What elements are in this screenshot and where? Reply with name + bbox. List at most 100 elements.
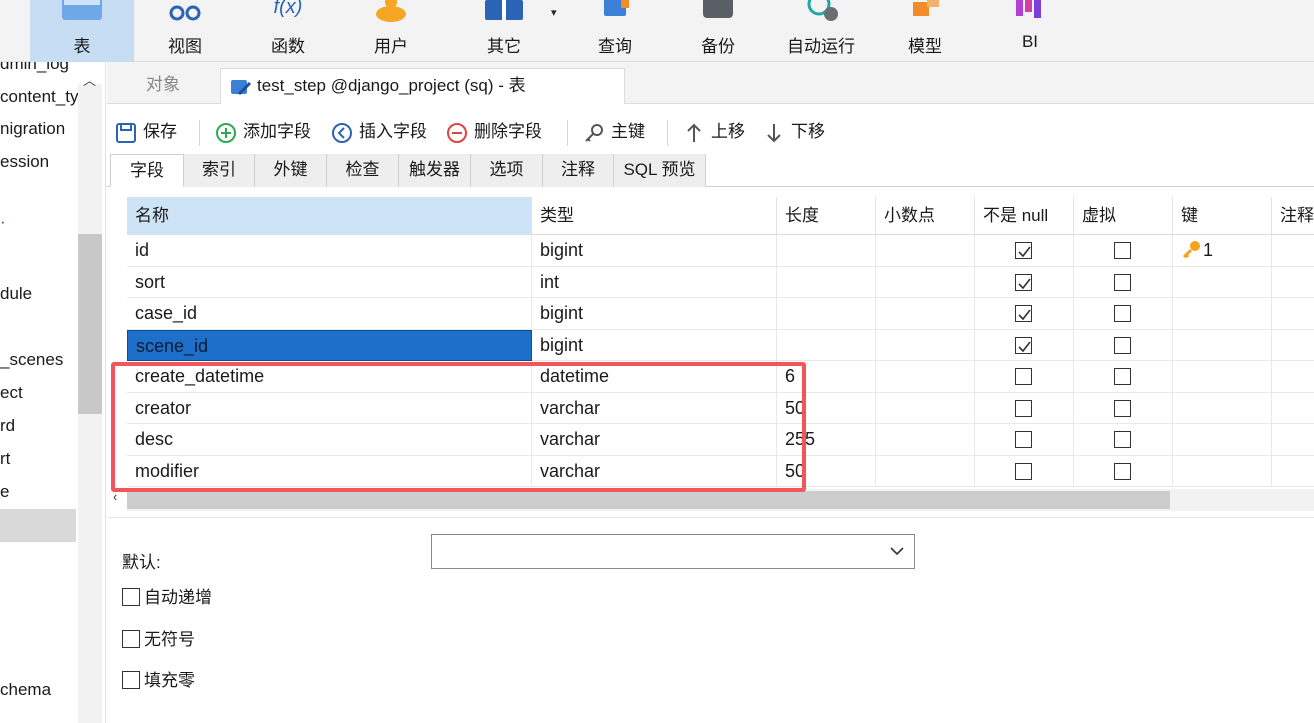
field-comment-cell[interactable] bbox=[1272, 267, 1314, 298]
tab-indexes[interactable]: 索引 bbox=[184, 154, 255, 187]
table-row[interactable]: sort int bbox=[127, 266, 1314, 298]
field-key-cell[interactable] bbox=[1173, 329, 1272, 361]
table-row[interactable]: create_datetime datetime 6 bbox=[127, 361, 1314, 393]
field-comment-cell[interactable] bbox=[1272, 298, 1314, 329]
tree-selected-item[interactable] bbox=[0, 509, 76, 542]
column-header-length[interactable]: 长度 bbox=[777, 197, 876, 235]
table-row[interactable]: desc varchar 255 bbox=[127, 424, 1314, 456]
table-row[interactable]: modifier varchar 50 bbox=[127, 455, 1314, 487]
field-decimals-cell[interactable] bbox=[876, 266, 975, 298]
not-null-checkbox[interactable] bbox=[1015, 368, 1032, 385]
field-type-cell[interactable]: bigint bbox=[532, 329, 777, 361]
field-name-cell[interactable]: case_id bbox=[127, 298, 532, 329]
field-type-cell[interactable]: int bbox=[532, 266, 777, 298]
virtual-checkbox[interactable] bbox=[1114, 368, 1131, 385]
tree-item-module[interactable]: dule bbox=[0, 284, 32, 304]
table-row[interactable]: scene_id bigint bbox=[127, 329, 1314, 361]
tab-objects[interactable]: 对象 bbox=[107, 68, 219, 104]
field-length-cell[interactable] bbox=[777, 266, 876, 298]
tree-item-report[interactable]: rt bbox=[0, 449, 10, 469]
ribbon-function-button[interactable]: f(x) 函数 bbox=[236, 0, 340, 62]
ribbon-model-button[interactable]: 模型 bbox=[873, 0, 977, 62]
ribbon-user-button[interactable]: 用户 bbox=[339, 0, 443, 62]
field-type-cell[interactable]: datetime bbox=[532, 361, 777, 392]
tree-scrollbar-thumb[interactable] bbox=[78, 234, 102, 414]
field-length-cell[interactable] bbox=[777, 235, 876, 266]
field-comment-cell[interactable] bbox=[1272, 393, 1314, 424]
unsigned-checkbox[interactable] bbox=[122, 630, 140, 648]
delete-field-button[interactable]: 删除字段 bbox=[446, 114, 542, 150]
column-header-comment[interactable]: 注释 bbox=[1272, 197, 1314, 235]
auto-increment-option[interactable]: 自动递增 bbox=[122, 588, 212, 608]
virtual-checkbox[interactable] bbox=[1114, 336, 1131, 354]
tree-item-scenes[interactable]: _scenes bbox=[0, 350, 63, 370]
ribbon-backup-button[interactable]: 备份 bbox=[666, 0, 770, 62]
field-decimals-cell[interactable] bbox=[876, 361, 975, 392]
field-decimals-cell[interactable] bbox=[876, 235, 975, 266]
tree-item-schema[interactable]: chema bbox=[0, 680, 51, 700]
field-name-cell[interactable]: id bbox=[127, 235, 532, 266]
tab-comments[interactable]: 注释 bbox=[543, 154, 614, 187]
field-name-cell[interactable]: modifier bbox=[127, 455, 532, 487]
unsigned-option[interactable]: 无符号 bbox=[122, 630, 195, 650]
zerofill-checkbox[interactable] bbox=[122, 671, 140, 689]
field-name-cell[interactable]: creator bbox=[127, 392, 532, 424]
virtual-checkbox[interactable] bbox=[1114, 462, 1131, 480]
tab-foreign-keys[interactable]: 外键 bbox=[255, 154, 327, 187]
table-row[interactable]: creator varchar 50 bbox=[127, 392, 1314, 424]
field-decimals-cell[interactable] bbox=[876, 424, 975, 455]
default-value-select[interactable] bbox=[431, 534, 915, 569]
field-name-cell[interactable]: sort bbox=[127, 266, 532, 298]
ribbon-bi-button[interactable]: BI bbox=[978, 0, 1082, 62]
tree-item-project[interactable]: ect bbox=[0, 383, 23, 403]
column-header-name[interactable]: 名称 bbox=[127, 197, 532, 235]
field-length-cell[interactable]: 50 bbox=[777, 392, 876, 424]
tab-table-design[interactable]: test_step @django_project (sq) - 表 bbox=[220, 68, 625, 104]
table-row[interactable]: id bigint 1 bbox=[127, 235, 1314, 267]
field-key-cell[interactable] bbox=[1173, 361, 1272, 392]
not-null-checkbox[interactable] bbox=[1015, 399, 1032, 417]
ribbon-table-button[interactable]: 表 bbox=[30, 0, 134, 62]
field-decimals-cell[interactable] bbox=[876, 298, 975, 329]
field-length-cell[interactable] bbox=[777, 329, 876, 361]
field-type-cell[interactable]: bigint bbox=[532, 235, 777, 266]
field-comment-cell[interactable] bbox=[1272, 235, 1314, 266]
ribbon-query-button[interactable]: 查询 bbox=[563, 0, 667, 62]
primary-key-button[interactable]: 主键 bbox=[583, 114, 645, 150]
ribbon-automation-button[interactable]: 自动运行 bbox=[769, 0, 873, 62]
not-null-checkbox[interactable] bbox=[1015, 273, 1032, 291]
grid-scrollbar-thumb[interactable] bbox=[127, 491, 1170, 509]
tree-item-content-type[interactable]: content_ty bbox=[0, 87, 78, 107]
field-decimals-cell[interactable] bbox=[876, 329, 975, 361]
scroll-up-icon[interactable]: ︿ bbox=[83, 70, 96, 89]
not-null-checkbox[interactable] bbox=[1015, 242, 1032, 259]
field-key-cell[interactable] bbox=[1173, 424, 1272, 455]
virtual-checkbox[interactable] bbox=[1114, 399, 1131, 417]
not-null-checkbox[interactable] bbox=[1015, 336, 1032, 354]
not-null-checkbox[interactable] bbox=[1015, 462, 1032, 480]
field-comment-cell[interactable] bbox=[1272, 330, 1314, 361]
tab-sql-preview[interactable]: SQL 预览 bbox=[614, 154, 706, 187]
field-name-cell[interactable]: desc bbox=[127, 424, 532, 455]
field-length-cell[interactable]: 50 bbox=[777, 455, 876, 487]
field-key-cell[interactable] bbox=[1173, 392, 1272, 424]
scroll-left-icon[interactable]: ‹ bbox=[113, 489, 117, 504]
tree-item-record[interactable]: rd bbox=[0, 416, 15, 436]
column-header-type[interactable]: 类型 bbox=[532, 197, 777, 235]
field-name-cell[interactable]: create_datetime bbox=[127, 361, 532, 392]
grid-horizontal-scrollbar[interactable]: ‹ bbox=[113, 489, 1314, 511]
virtual-checkbox[interactable] bbox=[1114, 242, 1131, 259]
tab-triggers[interactable]: 触发器 bbox=[399, 154, 471, 187]
zerofill-option[interactable]: 填充零 bbox=[122, 671, 195, 691]
field-comment-cell[interactable] bbox=[1272, 456, 1314, 487]
field-key-cell[interactable] bbox=[1173, 266, 1272, 298]
not-null-checkbox[interactable] bbox=[1015, 431, 1032, 448]
tree-item-admin-log[interactable]: dmin_log bbox=[0, 62, 69, 74]
virtual-checkbox[interactable] bbox=[1114, 431, 1131, 448]
field-length-cell[interactable] bbox=[777, 298, 876, 329]
table-row[interactable]: case_id bigint bbox=[127, 298, 1314, 330]
move-up-button[interactable]: 上移 bbox=[683, 114, 745, 150]
ribbon-other-dropdown-icon[interactable]: ▾ bbox=[551, 6, 557, 19]
field-comment-cell[interactable] bbox=[1272, 424, 1314, 455]
not-null-checkbox[interactable] bbox=[1015, 305, 1032, 322]
